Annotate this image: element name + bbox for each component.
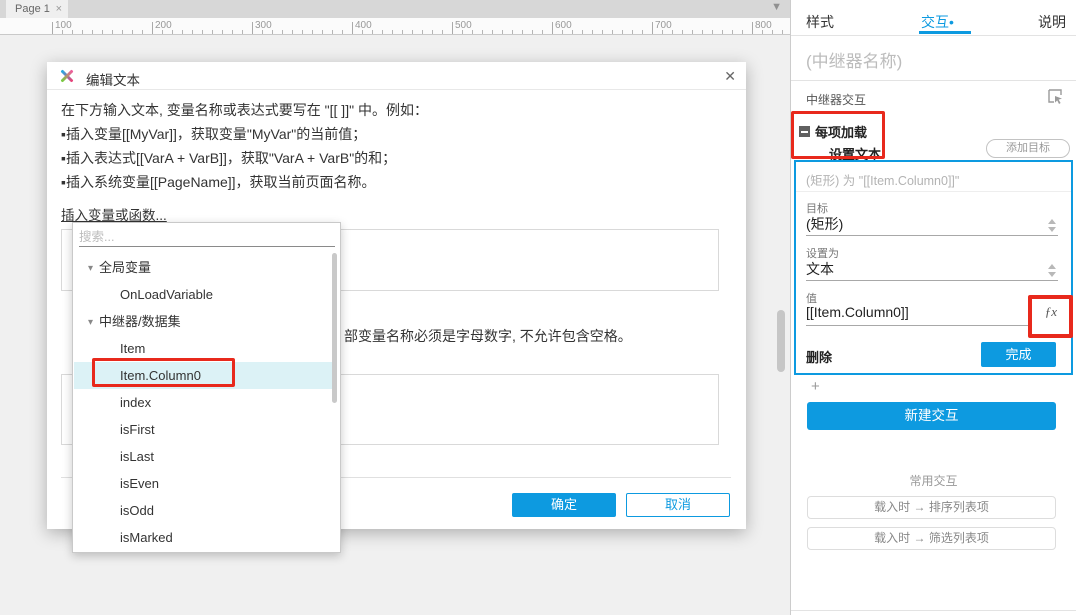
new-interaction-button[interactable]: 新建交互 xyxy=(807,402,1056,430)
unsaved-dot: • xyxy=(949,14,954,30)
dialog-header: 编辑文本 ✕ xyxy=(47,62,746,90)
repeater-name-field[interactable]: (中继器名称) xyxy=(806,47,902,72)
set-to-select[interactable]: 文本 xyxy=(806,259,1058,281)
dropdown-group-label: 中继器/数据集 xyxy=(99,314,181,329)
value-input[interactable]: [[Item.Column0]] xyxy=(806,304,1029,326)
search-input[interactable] xyxy=(79,227,335,247)
ruler-label: 100 xyxy=(55,20,72,31)
cancel-button[interactable]: 取消 xyxy=(626,493,730,517)
panel-divider xyxy=(791,80,1076,81)
dropdown-item-isfirst[interactable]: isFirst xyxy=(74,416,332,443)
ruler-label: 600 xyxy=(555,20,572,31)
dropdown-item-onloadvariable[interactable]: OnLoadVariable xyxy=(74,281,332,308)
collapse-event-icon[interactable] xyxy=(799,126,810,137)
dropdown-scrollbar[interactable] xyxy=(332,253,337,403)
dropdown-item-index[interactable]: index xyxy=(74,389,332,416)
dialog-close-icon[interactable]: ✕ xyxy=(724,68,736,85)
common-interactions-label: 常用交互 xyxy=(909,474,958,488)
canvas-vertical-scrollbar[interactable] xyxy=(777,310,785,372)
dropdown-item-item[interactable]: Item xyxy=(74,335,332,362)
add-action-plus-button[interactable]: + xyxy=(811,378,820,395)
delete-action-button[interactable]: 删除 xyxy=(806,347,832,366)
dropdown-item-ismarked[interactable]: isMarked xyxy=(74,524,332,551)
dropdown-item-item-column0[interactable]: Item.Column0 xyxy=(74,362,332,389)
tab-interactions[interactable]: 交互• xyxy=(921,12,954,32)
ruler-label: 500 xyxy=(455,20,472,31)
dropdown-item-isodd[interactable]: isOdd xyxy=(74,497,332,524)
page-tab-bar: Page 1 × ▼ xyxy=(0,0,790,18)
tree-collapse-icon: ▾ xyxy=(88,317,94,328)
instruction-line: ▪插入表达式[[VarA + VarB]]，获取"VarA + VarB"的和； xyxy=(61,150,397,166)
common-action-filter-list[interactable]: 载入时 → 筛选列表项 xyxy=(807,527,1056,550)
variable-dropdown: ▾ 全局变量 OnLoadVariable ▾ 中继器/数据集 Item Item.… xyxy=(72,222,341,553)
canvas-area: Page 1 × ▼ 100 200 300 400 500 600 700 8… xyxy=(0,0,790,615)
instruction-line: ▪插入变量[[MyVar]]，获取变量"MyVar"的当前值； xyxy=(61,126,367,142)
dropdown-group-label: 全局变量 xyxy=(99,260,152,275)
fx-function-icon[interactable]: ƒx xyxy=(1045,304,1057,320)
target-select-value: (矩形) xyxy=(806,216,844,232)
action-editor-box: (矩形) 为 "[[Item.Column0]]" 目标 (矩形) 设置为 文本… xyxy=(794,160,1073,375)
tab-style[interactable]: 样式 xyxy=(806,12,834,32)
tab-interactions-label: 交互 xyxy=(921,14,949,30)
ok-button[interactable]: 确定 xyxy=(512,493,616,517)
tab-close-icon[interactable]: × xyxy=(56,0,62,18)
active-tab-underline xyxy=(919,31,971,34)
select-widget-icon[interactable] xyxy=(1047,88,1064,105)
panel-divider xyxy=(791,610,1076,611)
tab-overflow-icon[interactable]: ▼ xyxy=(771,1,782,13)
ruler-label: 700 xyxy=(655,20,672,31)
local-variable-note: 部变量名称必须是字母数字, 不允许包含空格。 xyxy=(344,328,632,344)
dropdown-group-repeater-dataset[interactable]: ▾ 中继器/数据集 xyxy=(74,308,332,335)
repeater-interactions-label: 中继器交互 xyxy=(806,93,867,107)
ruler-label: 300 xyxy=(255,20,272,31)
insert-variable-link[interactable]: 插入变量或函数... xyxy=(61,204,167,224)
common-action-sort-list[interactable]: 载入时 → 排序列表项 xyxy=(807,496,1056,519)
dropdown-group-global-variables[interactable]: ▾ 全局变量 xyxy=(74,254,332,281)
done-button[interactable]: 完成 xyxy=(981,342,1056,367)
event-item-loaded[interactable]: 每项加载 xyxy=(815,122,867,141)
dropdown-item-iseven[interactable]: isEven xyxy=(74,470,332,497)
tree-collapse-icon: ▾ xyxy=(88,263,94,274)
action-summary: (矩形) 为 "[[Item.Column0]]" xyxy=(806,174,960,188)
stepper-chevron-icon[interactable] xyxy=(1048,264,1056,277)
target-select[interactable]: (矩形) xyxy=(806,214,1058,236)
instruction-line: ▪插入系统变量[[PageName]]，获取当前页面名称。 xyxy=(61,174,376,190)
ruler-label: 400 xyxy=(355,20,372,31)
dialog-title: 编辑文本 xyxy=(86,73,140,88)
page-tab[interactable]: Page 1 × xyxy=(6,0,68,18)
page-tab-label: Page 1 xyxy=(15,3,50,15)
value-input-text: [[Item.Column0]] xyxy=(806,304,909,320)
stepper-chevron-icon[interactable] xyxy=(1048,219,1056,232)
set-to-select-value: 文本 xyxy=(806,261,834,277)
panel-divider xyxy=(791,35,1076,36)
action-editor-divider xyxy=(796,191,1071,192)
instruction-line: 在下方输入文本, 变量名称或表达式要写在 "[[ ]]" 中。例如： xyxy=(61,102,428,118)
add-target-button[interactable]: 添加目标 xyxy=(986,139,1070,158)
tab-notes[interactable]: 说明 xyxy=(1038,12,1066,32)
ruler-label: 800 xyxy=(755,20,772,31)
inspector-panel: 样式 交互• 说明 (中继器名称) 中继器交互 每项加载 设置文本 添加目标 (… xyxy=(790,0,1076,615)
horizontal-ruler: 100 200 300 400 500 600 700 800 xyxy=(0,18,790,35)
dropdown-item-islast[interactable]: isLast xyxy=(74,443,332,470)
axure-logo-icon xyxy=(61,70,73,82)
ruler-label: 200 xyxy=(155,20,172,31)
